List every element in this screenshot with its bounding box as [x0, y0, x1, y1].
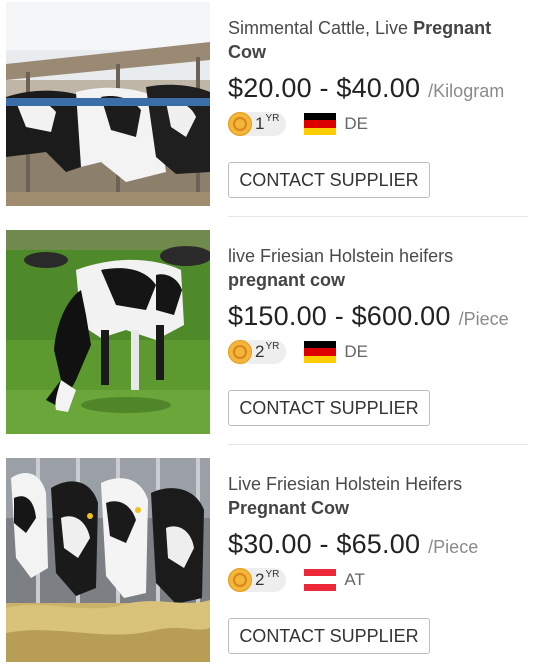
price-unit: /Piece	[428, 537, 479, 557]
product-image-field[interactable]	[6, 230, 210, 434]
price-unit: /Kilogram	[428, 81, 505, 101]
price-unit: /Piece	[458, 309, 509, 329]
gold-medal-icon	[228, 340, 252, 364]
product-list: Simmental Cattle, Live Pregnant Cow $20.…	[0, 0, 540, 671]
product-info: Simmental Cattle, Live Pregnant Cow $20.…	[228, 0, 528, 138]
product-title[interactable]: live Friesian Holstein heifers pregnant …	[228, 244, 528, 292]
supplier-years-badge: 1 YR	[228, 112, 287, 136]
contact-supplier-button[interactable]: CONTACT SUPPLIER	[228, 390, 430, 426]
supplier-years-badge: 2 YR	[228, 340, 287, 364]
product-info: live Friesian Holstein heifers pregnant …	[228, 228, 528, 366]
supplier-meta: 2 YR AT	[228, 566, 528, 594]
contact-supplier-button[interactable]: CONTACT SUPPLIER	[228, 618, 430, 654]
product-image-barn[interactable]	[6, 2, 210, 206]
price-row: $150.00 - $600.00 /Piece	[228, 301, 528, 335]
price-range: $20.00 - $40.00	[228, 73, 421, 103]
country-code: DE	[344, 342, 368, 361]
austria-flag-icon	[304, 569, 337, 591]
country-code: AT	[344, 570, 365, 589]
product-title[interactable]: Simmental Cattle, Live Pregnant Cow	[228, 16, 528, 64]
product-title[interactable]: Live Friesian Holstein Heifers Pregnant …	[228, 472, 528, 520]
country-code: DE	[344, 114, 368, 133]
supplier-meta: 1 YR DE	[228, 110, 528, 138]
supplier-years-badge: 2 YR	[228, 568, 287, 592]
product-card[interactable]: live Friesian Holstein heifers pregnant …	[0, 228, 540, 456]
divider	[228, 216, 528, 217]
price-row: $30.00 - $65.00 /Piece	[228, 529, 528, 563]
divider	[228, 444, 528, 445]
germany-flag-icon	[304, 341, 337, 363]
contact-supplier-button[interactable]: CONTACT SUPPLIER	[228, 162, 430, 198]
price-range: $150.00 - $600.00	[228, 301, 451, 331]
germany-flag-icon	[304, 113, 337, 135]
product-image-feeding[interactable]	[6, 458, 210, 662]
product-card[interactable]: Live Friesian Holstein Heifers Pregnant …	[0, 456, 540, 671]
product-info: Live Friesian Holstein Heifers Pregnant …	[228, 456, 528, 594]
price-range: $30.00 - $65.00	[228, 529, 421, 559]
supplier-meta: 2 YR DE	[228, 338, 528, 366]
gold-medal-icon	[228, 568, 252, 592]
product-card[interactable]: Simmental Cattle, Live Pregnant Cow $20.…	[0, 0, 540, 228]
price-row: $20.00 - $40.00 /Kilogram	[228, 73, 528, 107]
gold-medal-icon	[228, 112, 252, 136]
